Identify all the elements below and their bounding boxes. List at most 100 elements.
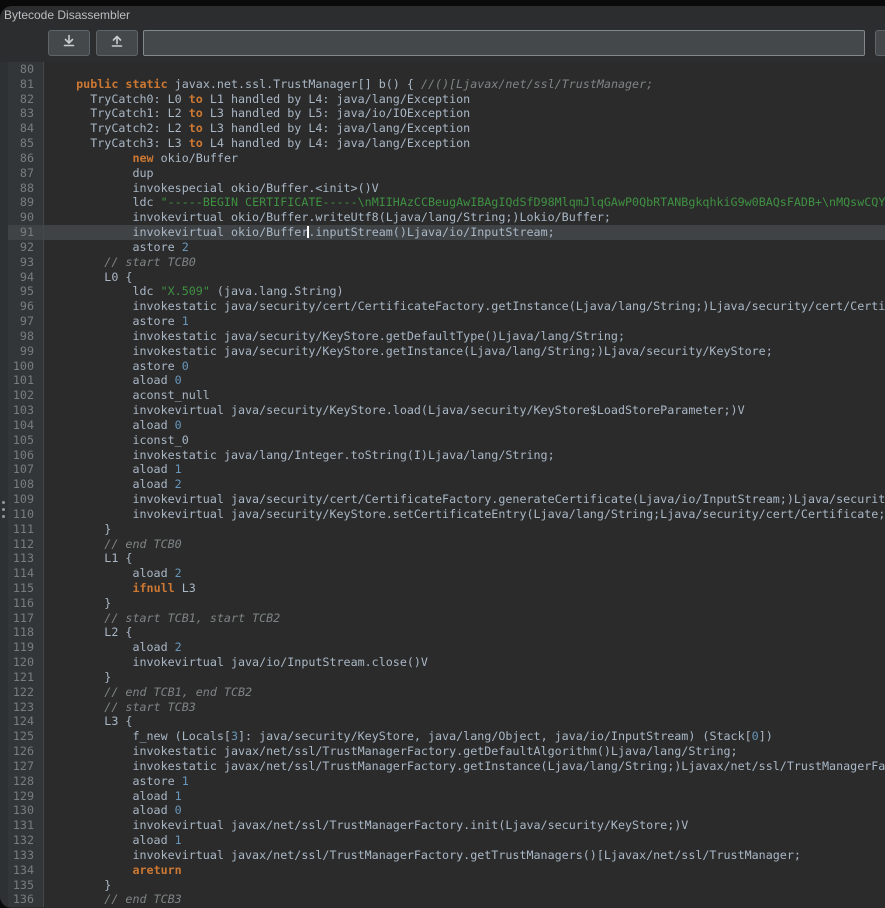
save-button[interactable] bbox=[48, 30, 90, 56]
code-line[interactable]: 85 TryCatch3: L3 to L4 handled by L4: ja… bbox=[8, 136, 885, 151]
code-text: invokevirtual javax/net/ssl/TrustManager… bbox=[44, 848, 885, 863]
code-line[interactable]: 101 aload 0 bbox=[8, 373, 885, 388]
code-line[interactable]: 127 invokestatic javax/net/ssl/TrustMana… bbox=[8, 759, 885, 774]
line-number: 121 bbox=[8, 670, 44, 685]
code-line[interactable]: 97 astore 1 bbox=[8, 314, 885, 329]
code-text: invokestatic java/security/KeyStore.getD… bbox=[44, 329, 885, 344]
code-line[interactable]: 110 invokevirtual java/security/KeyStore… bbox=[8, 507, 885, 522]
line-number: 135 bbox=[8, 878, 44, 893]
code-text: aload 1 bbox=[44, 789, 885, 804]
code-text: astore 1 bbox=[44, 774, 885, 789]
code-line[interactable]: 109 invokevirtual java/security/cert/Cer… bbox=[8, 492, 885, 507]
upload-icon bbox=[109, 33, 125, 54]
code-line[interactable]: 135 } bbox=[8, 878, 885, 893]
code-text: // start TCB0 bbox=[44, 255, 885, 270]
code-line[interactable]: 133 invokevirtual javax/net/ssl/TrustMan… bbox=[8, 848, 885, 863]
code-line[interactable]: 121 } bbox=[8, 670, 885, 685]
code-line[interactable]: 91 invokevirtual okio/Buffer.inputStream… bbox=[8, 225, 885, 240]
code-line[interactable]: 105 iconst_0 bbox=[8, 433, 885, 448]
code-line[interactable]: 88 invokespecial okio/Buffer.<init>()V bbox=[8, 181, 885, 196]
line-number: 82 bbox=[8, 92, 44, 107]
code-line[interactable]: 125 f_new (Locals[3]: java/security/KeyS… bbox=[8, 729, 885, 744]
code-line[interactable]: 136 // end TCB3 bbox=[8, 892, 885, 907]
code-line[interactable]: 118 L2 { bbox=[8, 625, 885, 640]
line-number: 131 bbox=[8, 818, 44, 833]
code-line[interactable]: 112 // end TCB0 bbox=[8, 537, 885, 552]
code-text: invokevirtual java/security/KeyStore.set… bbox=[44, 507, 885, 522]
code-text: areturn bbox=[44, 863, 885, 878]
code-line[interactable]: 114 aload 2 bbox=[8, 566, 885, 581]
code-line[interactable]: 117 // start TCB1, start TCB2 bbox=[8, 611, 885, 626]
line-number: 85 bbox=[8, 136, 44, 151]
line-number: 95 bbox=[8, 284, 44, 299]
open-file-button[interactable] bbox=[96, 30, 138, 56]
code-text: L3 { bbox=[44, 714, 885, 729]
code-text: invokestatic java/security/KeyStore.getI… bbox=[44, 344, 885, 359]
code-line[interactable]: 107 aload 1 bbox=[8, 462, 885, 477]
code-line[interactable]: 102 aconst_null bbox=[8, 388, 885, 403]
line-number: 86 bbox=[8, 151, 44, 166]
code-text: aload 2 bbox=[44, 640, 885, 655]
code-text: invokestatic javax/net/ssl/TrustManagerF… bbox=[44, 744, 885, 759]
code-line[interactable]: 129 aload 1 bbox=[8, 789, 885, 804]
code-line[interactable]: 104 aload 0 bbox=[8, 418, 885, 433]
code-line[interactable]: 95 ldc "X.509" (java.lang.String) bbox=[8, 284, 885, 299]
code-line[interactable]: 92 astore 2 bbox=[8, 240, 885, 255]
toolbar bbox=[0, 24, 885, 62]
line-number: 112 bbox=[8, 537, 44, 552]
code-line[interactable]: 131 invokevirtual javax/net/ssl/TrustMan… bbox=[8, 818, 885, 833]
code-line[interactable]: 108 aload 2 bbox=[8, 477, 885, 492]
code-line[interactable]: 130 aload 0 bbox=[8, 803, 885, 818]
code-line[interactable]: 98 invokestatic java/security/KeyStore.g… bbox=[8, 329, 885, 344]
panel-resize-handle[interactable] bbox=[1, 500, 7, 519]
code-line[interactable]: 116 } bbox=[8, 596, 885, 611]
code-line[interactable]: 122 // end TCB1, end TCB2 bbox=[8, 685, 885, 700]
code-line[interactable]: 106 invokestatic java/lang/Integer.toStr… bbox=[8, 448, 885, 463]
clipped-toolbar-button[interactable] bbox=[875, 30, 885, 56]
code-line[interactable]: 119 aload 2 bbox=[8, 640, 885, 655]
grip-dots-icon bbox=[2, 501, 5, 504]
code-line[interactable]: 83 TryCatch1: L2 to L3 handled by L5: ja… bbox=[8, 106, 885, 121]
line-number: 120 bbox=[8, 655, 44, 670]
code-text: public static javax.net.ssl.TrustManager… bbox=[44, 77, 885, 92]
code-line[interactable]: 84 TryCatch2: L2 to L3 handled by L4: ja… bbox=[8, 121, 885, 136]
code-line[interactable]: 81 public static javax.net.ssl.TrustMana… bbox=[8, 77, 885, 92]
code-line[interactable]: 90 invokevirtual okio/Buffer.writeUtf8(L… bbox=[8, 210, 885, 225]
line-number: 110 bbox=[8, 507, 44, 522]
code-line[interactable]: 128 astore 1 bbox=[8, 774, 885, 789]
code-line[interactable]: 99 invokestatic java/security/KeyStore.g… bbox=[8, 344, 885, 359]
code-text: ldc "X.509" (java.lang.String) bbox=[44, 284, 885, 299]
search-input[interactable] bbox=[143, 30, 865, 56]
code-line[interactable]: 115 ifnull L3 bbox=[8, 581, 885, 596]
code-line[interactable]: 80 bbox=[8, 62, 885, 77]
code-text: L0 { bbox=[44, 270, 885, 285]
code-text: astore 1 bbox=[44, 314, 885, 329]
code-line[interactable]: 93 // start TCB0 bbox=[8, 255, 885, 270]
code-line[interactable]: 124 L3 { bbox=[8, 714, 885, 729]
code-text: invokevirtual okio/Buffer.writeUtf8(Ljav… bbox=[44, 210, 885, 225]
code-line[interactable]: 100 astore 0 bbox=[8, 359, 885, 374]
line-number: 123 bbox=[8, 700, 44, 715]
code-text: aload 1 bbox=[44, 462, 885, 477]
code-line[interactable]: 123 // start TCB3 bbox=[8, 700, 885, 715]
code-line[interactable]: 134 areturn bbox=[8, 863, 885, 878]
code-line[interactable]: 111 } bbox=[8, 522, 885, 537]
code-text: aconst_null bbox=[44, 388, 885, 403]
line-number: 109 bbox=[8, 492, 44, 507]
code-text: invokevirtual java/security/KeyStore.loa… bbox=[44, 403, 885, 418]
code-line[interactable]: 103 invokevirtual java/security/KeyStore… bbox=[8, 403, 885, 418]
code-line[interactable]: 113 L1 { bbox=[8, 551, 885, 566]
code-line[interactable]: 126 invokestatic javax/net/ssl/TrustMana… bbox=[8, 744, 885, 759]
code-line[interactable]: 82 TryCatch0: L0 to L1 handled by L4: ja… bbox=[8, 92, 885, 107]
line-number: 125 bbox=[8, 729, 44, 744]
code-line[interactable]: 94 L0 { bbox=[8, 270, 885, 285]
code-line[interactable]: 132 aload 1 bbox=[8, 833, 885, 848]
code-text: } bbox=[44, 522, 885, 537]
code-line[interactable]: 89 ldc "-----BEGIN CERTIFICATE-----\nMII… bbox=[8, 195, 885, 210]
code-line[interactable]: 87 dup bbox=[8, 166, 885, 181]
code-line[interactable]: 96 invokestatic java/security/cert/Certi… bbox=[8, 299, 885, 314]
code-line[interactable]: 86 new okio/Buffer bbox=[8, 151, 885, 166]
code-text: // start TCB3 bbox=[44, 700, 885, 715]
code-text: new okio/Buffer bbox=[44, 151, 885, 166]
code-line[interactable]: 120 invokevirtual java/io/InputStream.cl… bbox=[8, 655, 885, 670]
